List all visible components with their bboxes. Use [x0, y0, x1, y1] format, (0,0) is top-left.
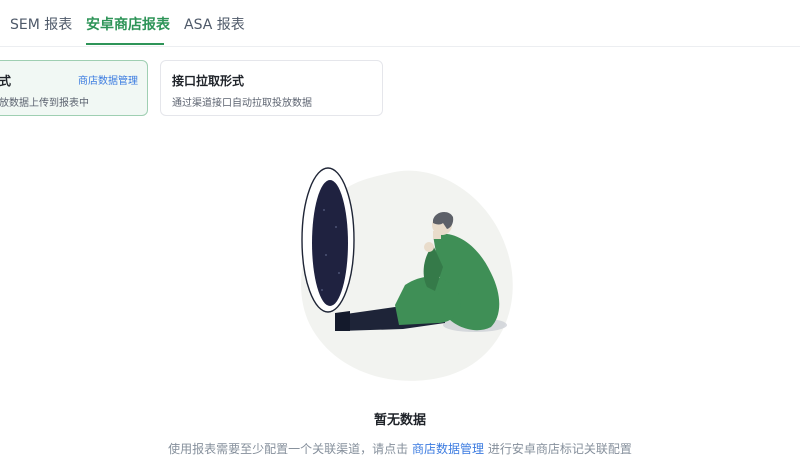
empty-state-description-prefix: 使用报表需要至少配置一个关联渠道，请点击 — [168, 442, 409, 456]
active-tab-underline — [86, 43, 164, 45]
empty-state-illustration — [301, 167, 513, 381]
store-data-management-link[interactable]: 商店数据管理 — [78, 72, 138, 87]
manual-upload-card[interactable]: 式 商店数据管理 放数据上传到报表中 — [0, 60, 148, 116]
tab-android-store-report[interactable]: 安卓商店报表 — [86, 14, 170, 34]
empty-state-store-data-link[interactable]: 商店数据管理 — [412, 442, 484, 456]
manual-upload-card-description: 放数据上传到报表中 — [0, 98, 89, 109]
api-pull-card-title: 接口拉取形式 — [172, 74, 245, 88]
api-pull-card[interactable]: 接口拉取形式 通过渠道接口自动拉取投放数据 — [160, 60, 383, 116]
empty-state-title: 暂无数据 — [373, 413, 426, 428]
empty-state-description: 使用报表需要至少配置一个关联渠道，请点击 商店数据管理 进行安卓商店标记关联配置 — [0, 440, 800, 457]
tab-sem-report[interactable]: SEM 报表 — [10, 14, 72, 34]
tab-asa-report[interactable]: ASA 报表 — [184, 14, 245, 34]
empty-state-description-suffix: 进行安卓商店标记关联配置 — [487, 442, 632, 456]
manual-upload-card-title: 式 — [0, 74, 12, 88]
api-pull-card-description: 通过渠道接口自动拉取投放数据 — [172, 98, 312, 109]
report-tabs: SEM 报表 安卓商店报表 ASA 报表 — [0, 0, 800, 47]
